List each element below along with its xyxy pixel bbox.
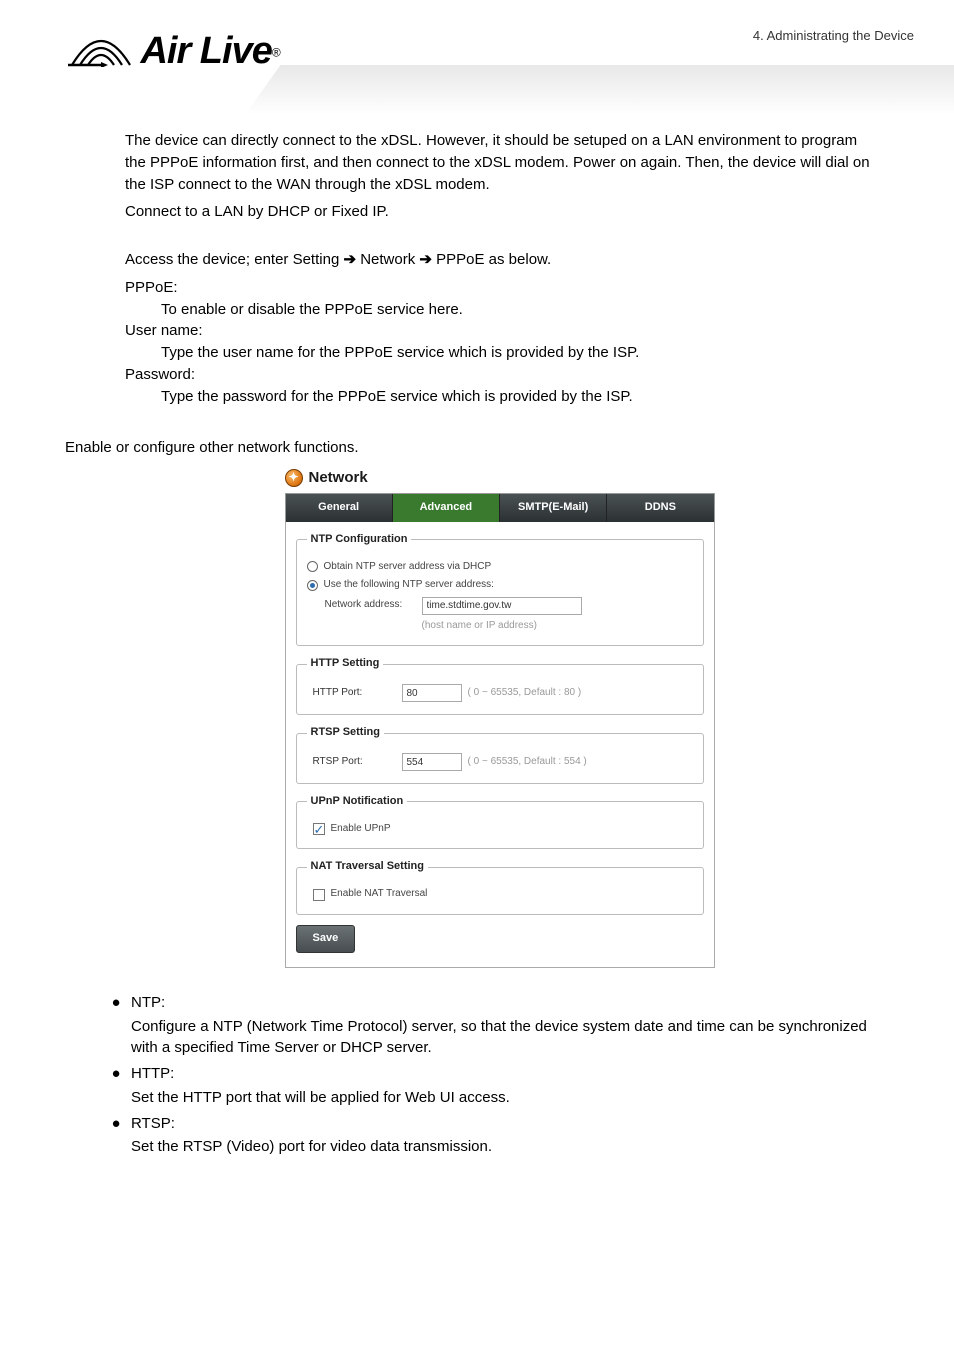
panel-title: Network <box>309 467 368 489</box>
bullet-rtsp-heading: RTSP: <box>131 1113 874 1135</box>
enable-intro: Enable or configure other network functi… <box>65 437 874 459</box>
panel-tabs: General Advanced SMTP(E-Mail) DDNS <box>285 493 715 522</box>
network-address-input[interactable] <box>422 597 582 615</box>
ntp-manual-label: Use the following NTP server address: <box>324 578 494 593</box>
intro-paragraph-1: The device can directly connect to the x… <box>125 130 874 195</box>
bullet-ntp-heading: NTP: <box>131 992 874 1014</box>
save-button[interactable]: Save <box>296 925 356 953</box>
wifi-arcs-icon <box>66 35 136 67</box>
radio-ntp-dhcp[interactable] <box>307 561 318 572</box>
http-port-label: HTTP Port: <box>307 686 402 701</box>
chapter-label: 4. Administrating the Device <box>753 28 914 43</box>
network-address-label: Network address: <box>307 598 422 613</box>
nat-legend: NAT Traversal Setting <box>307 859 429 875</box>
rtsp-fieldset: RTSP Setting RTSP Port: ( 0 ~ 65535, Def… <box>296 725 704 784</box>
logo-text: Air Live <box>140 30 271 72</box>
radio-ntp-manual[interactable] <box>307 580 318 591</box>
enable-upnp-checkbox[interactable] <box>313 823 325 835</box>
access-instruction: Access the device; enter Setting ➔ Netwo… <box>125 249 874 271</box>
bullet-http-body: Set the HTTP port that will be applied f… <box>131 1087 874 1109</box>
logo-registered: ® <box>272 46 281 60</box>
password-desc: Type the password for the PPPoE service … <box>125 386 874 408</box>
upnp-fieldset: UPnP Notification Enable UPnP <box>296 794 704 849</box>
bullet-icon: ● <box>101 1113 131 1135</box>
page-content: The device can directly connect to the x… <box>0 130 954 1158</box>
password-label: Password: <box>125 364 874 386</box>
rtsp-legend: RTSP Setting <box>307 725 384 741</box>
rtsp-port-hint: ( 0 ~ 65535, Default : 554 ) <box>468 755 587 770</box>
panel-body: NTP Configuration Obtain NTP server addr… <box>285 522 715 968</box>
pppoe-label: PPPoE: <box>125 277 874 299</box>
pppoe-desc: To enable or disable the PPPoE service h… <box>125 299 874 321</box>
bullet-list: ● NTP: Configure a NTP (Network Time Pro… <box>101 992 874 1158</box>
http-port-hint: ( 0 ~ 65535, Default : 80 ) <box>468 686 582 701</box>
enable-upnp-label: Enable UPnP <box>331 822 391 837</box>
enable-nat-label: Enable NAT Traversal <box>331 887 428 902</box>
rtsp-port-label: RTSP Port: <box>307 755 402 770</box>
rtsp-port-input[interactable] <box>402 753 462 771</box>
bullet-icon: ● <box>101 992 131 1014</box>
bullet-http-heading: HTTP: <box>131 1063 874 1085</box>
username-desc: Type the user name for the PPPoE service… <box>125 342 874 364</box>
ntp-dhcp-label: Obtain NTP server address via DHCP <box>324 560 492 575</box>
arrow-icon: ➔ <box>343 251 356 268</box>
http-fieldset: HTTP Setting HTTP Port: ( 0 ~ 65535, Def… <box>296 656 704 715</box>
tab-advanced[interactable]: Advanced <box>393 494 500 522</box>
username-label: User name: <box>125 320 874 342</box>
intro-paragraph-2: Connect to a LAN by DHCP or Fixed IP. <box>125 201 874 223</box>
tab-ddns[interactable]: DDNS <box>607 494 713 522</box>
ntp-fieldset: NTP Configuration Obtain NTP server addr… <box>296 532 704 646</box>
page-header: 4. Administrating the Device Air Live® <box>0 0 954 130</box>
network-globe-icon: ✦ <box>285 469 303 487</box>
bullet-ntp-body: Configure a NTP (Network Time Protocol) … <box>131 1016 874 1060</box>
ntp-legend: NTP Configuration <box>307 532 412 548</box>
http-legend: HTTP Setting <box>307 656 384 672</box>
http-port-input[interactable] <box>402 684 462 702</box>
arrow-icon: ➔ <box>419 251 432 268</box>
bullet-icon: ● <box>101 1063 131 1085</box>
tab-general[interactable]: General <box>286 494 393 522</box>
network-address-hint: (host name or IP address) <box>422 619 537 634</box>
banner-gradient <box>245 65 954 115</box>
nat-fieldset: NAT Traversal Setting Enable NAT Travers… <box>296 859 704 914</box>
bullet-rtsp-body: Set the RTSP (Video) port for video data… <box>131 1136 874 1158</box>
network-panel: ✦ Network General Advanced SMTP(E-Mail) … <box>285 467 715 968</box>
enable-nat-checkbox[interactable] <box>313 889 325 901</box>
tab-smtp[interactable]: SMTP(E-Mail) <box>500 494 607 522</box>
upnp-legend: UPnP Notification <box>307 794 408 810</box>
airlive-logo: Air Live® <box>60 30 281 73</box>
